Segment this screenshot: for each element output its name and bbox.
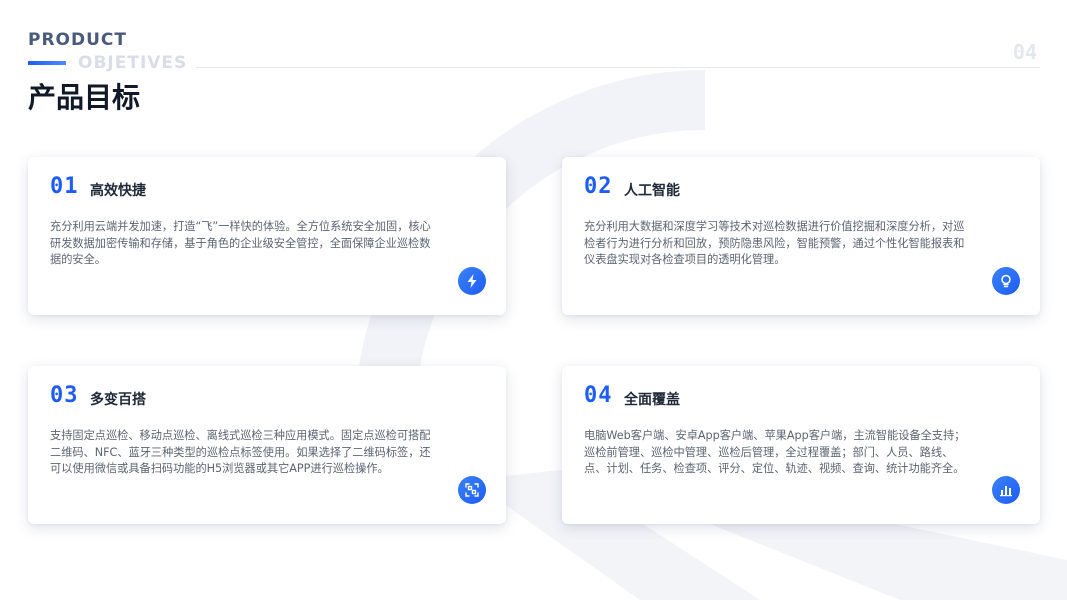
card-description: 充分利用云端并发加速，打造“飞”一样快的体验。全方位系统安全加固，核心研发数据加… [50, 220, 431, 266]
objective-card-1: 01 高效快捷 充分利用云端并发加速，打造“飞”一样快的体验。全方位系统安全加固… [28, 157, 506, 315]
card-title: 全面覆盖 [624, 392, 680, 408]
card-title: 人工智能 [624, 183, 680, 199]
bar-chart-icon [992, 476, 1020, 504]
header-accent-bar [28, 61, 66, 65]
lightning-icon [458, 267, 486, 295]
page-title: 产品目标 [28, 81, 141, 114]
card-number: 02 [584, 174, 613, 199]
card-title: 多变百搭 [90, 392, 146, 408]
objective-card-4: 04 全面覆盖 电脑Web客户端、安卓App客户端、苹果App客户端，主流智能设… [562, 366, 1040, 524]
card-description: 电脑Web客户端、安卓App客户端、苹果App客户端，主流智能设备全支持；巡检前… [584, 429, 966, 475]
scan-icon [458, 476, 486, 504]
card-description: 充分利用大数据和深度学习等技术对巡检数据进行价值挖掘和深度分析，对巡检者行为进行… [584, 220, 965, 266]
card-title: 高效快捷 [90, 183, 146, 199]
card-number: 03 [50, 383, 79, 408]
card-number: 04 [584, 383, 613, 408]
header-divider [196, 67, 1040, 68]
lightbulb-icon [992, 267, 1020, 295]
header-title-en-2: OBJETIVES [78, 53, 188, 73]
card-description: 支持固定点巡检、移动点巡检、离线式巡检三种应用模式。固定点巡检可搭配二维码、NF… [50, 429, 431, 475]
card-number: 01 [50, 174, 79, 199]
objective-card-2: 02 人工智能 充分利用大数据和深度学习等技术对巡检数据进行价值挖掘和深度分析，… [562, 157, 1040, 315]
header-title-en-1: PRODUCT [28, 30, 127, 50]
objective-card-3: 03 多变百搭 支持固定点巡检、移动点巡检、离线式巡检三种应用模式。固定点巡检可… [28, 366, 506, 524]
page-number: 04 [1012, 40, 1037, 64]
